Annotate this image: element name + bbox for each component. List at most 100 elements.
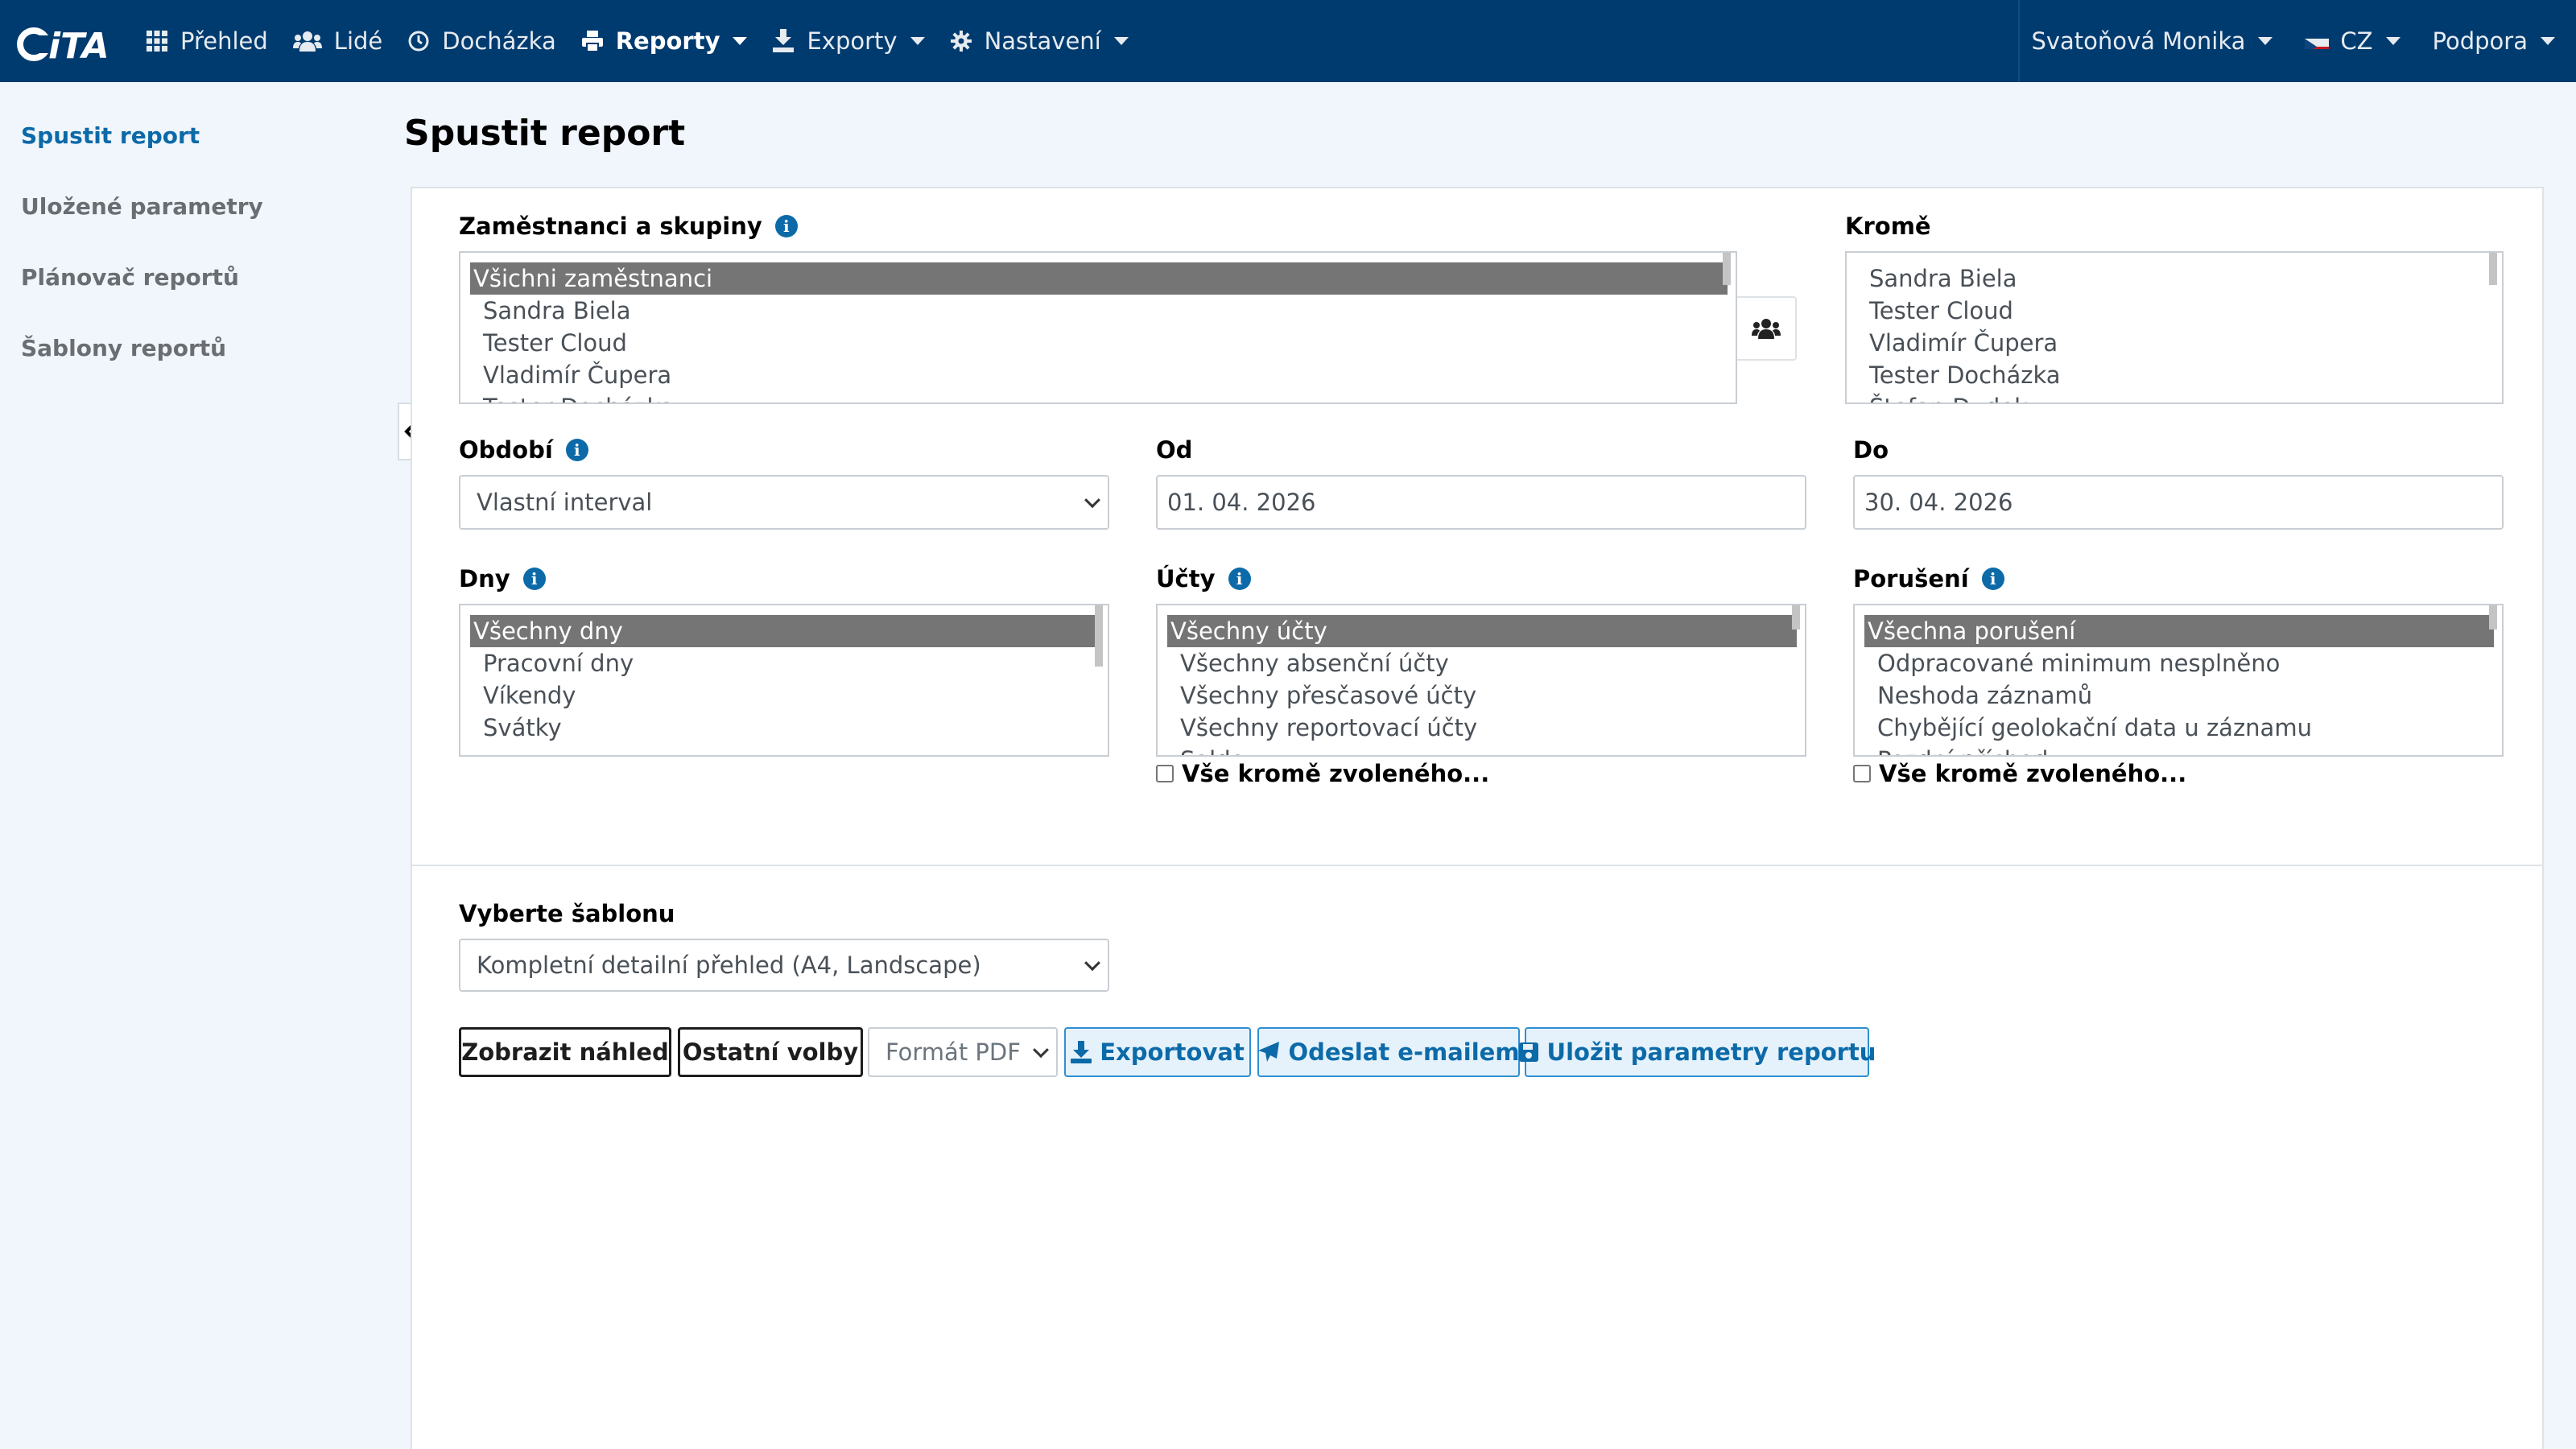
save-icon: [1518, 1042, 1539, 1063]
save-parameters-button[interactable]: Uložit parametry reportu: [1518, 1027, 1876, 1077]
users-icon: [292, 29, 323, 53]
select-groups-button[interactable]: [1737, 296, 1797, 361]
scrollbar[interactable]: [1723, 253, 1731, 285]
language-menu[interactable]: CZ: [2305, 27, 2401, 55]
template-select[interactable]: Kompletní detailní přehled (A4, Landscap…: [459, 939, 1109, 992]
list-option[interactable]: Tester Cloud: [1856, 295, 2494, 327]
app-logo[interactable]: iTA: [16, 24, 122, 64]
except-listbox[interactable]: Sandra Biela Tester Cloud Vladimír Čuper…: [1845, 251, 2504, 404]
info-icon[interactable]: i: [565, 439, 588, 461]
section-divider: [412, 865, 2542, 866]
other-options-button[interactable]: Ostatní volby: [678, 1027, 863, 1077]
list-option[interactable]: Všechny přesčasové účty: [1167, 679, 1797, 712]
chevron-down-icon: [1084, 955, 1100, 972]
list-option[interactable]: Všechna porušení: [1864, 615, 2494, 647]
format-value: Formát PDF: [886, 1038, 1021, 1066]
accounts-except-checkbox[interactable]: Vše kromě zvoleného...: [1156, 760, 1489, 787]
period-label-text: Období: [459, 436, 553, 464]
list-option[interactable]: Všechny reportovací účty: [1167, 712, 1797, 744]
save-label: Uložit parametry reportu: [1546, 1038, 1876, 1066]
info-icon[interactable]: i: [522, 568, 546, 590]
list-option[interactable]: Všichni zaměstnanci: [470, 262, 1728, 295]
list-option[interactable]: Štefan Dudek: [1856, 391, 2494, 402]
chevron-down-icon: [2258, 37, 2273, 45]
scrollbar[interactable]: [2489, 253, 2497, 285]
list-option[interactable]: Všechny dny: [470, 615, 1100, 647]
list-option[interactable]: Vladimír Čupera: [470, 359, 1728, 391]
checkbox[interactable]: [1156, 765, 1174, 782]
scrollbar[interactable]: [1792, 605, 1800, 630]
nav-item-reporty[interactable]: Reporty: [580, 27, 748, 55]
violations-except-checkbox[interactable]: Vše kromě zvoleného...: [1853, 760, 2186, 787]
paper-plane-icon: [1257, 1041, 1280, 1063]
list-option[interactable]: Sandra Biela: [470, 295, 1728, 327]
from-date-value: 01. 04. 2026: [1167, 489, 1316, 516]
preview-button[interactable]: Zobrazit náhled: [459, 1027, 671, 1077]
chevron-down-icon: [2541, 37, 2555, 45]
info-icon[interactable]: i: [1981, 568, 2004, 590]
nav-item-exporty[interactable]: Exporty: [771, 27, 925, 55]
sidebar-item-ulozene-parametry[interactable]: Uložené parametry: [21, 193, 263, 220]
accounts-label: Účty i: [1156, 565, 1251, 592]
list-option[interactable]: Všechny absenční účty: [1167, 647, 1797, 679]
sidebar-item-sablony-reportu[interactable]: Šablony reportů: [21, 335, 226, 361]
violations-label: Porušení i: [1853, 565, 2004, 592]
employees-label: Zaměstnanci a skupiny i: [459, 213, 798, 240]
chevron-down-icon: [910, 37, 925, 45]
page-title: Spustit report: [404, 113, 686, 154]
template-value: Kompletní detailní přehled (A4, Landscap…: [477, 952, 981, 979]
export-icon: [771, 29, 795, 53]
scrollbar[interactable]: [1095, 605, 1103, 667]
list-option[interactable]: Chybějící geolokační data u záznamu: [1864, 712, 2494, 744]
export-button[interactable]: Exportovat: [1064, 1027, 1251, 1077]
period-select[interactable]: Vlastní interval: [459, 475, 1109, 530]
clock-icon: [407, 29, 431, 53]
email-button[interactable]: Odeslat e-mailem: [1257, 1027, 1520, 1077]
checkbox[interactable]: [1853, 765, 1871, 782]
period-label: Období i: [459, 436, 588, 464]
format-select[interactable]: Formát PDF: [868, 1027, 1058, 1077]
list-option[interactable]: Pracovní dny: [470, 647, 1100, 679]
nav-label: Exporty: [807, 27, 898, 55]
nav-item-lide[interactable]: Lidé: [292, 27, 382, 55]
sidebar-item-spustit-report[interactable]: Spustit report: [21, 122, 200, 149]
to-date-input[interactable]: 30. 04. 2026: [1853, 475, 2504, 530]
list-option[interactable]: Víkendy: [470, 679, 1100, 712]
nav-item-dochazka[interactable]: Docházka: [407, 27, 556, 55]
support-menu[interactable]: Podpora: [2433, 27, 2555, 55]
list-option[interactable]: Svátky: [470, 712, 1100, 744]
chevron-down-icon: [2385, 37, 2401, 45]
printer-icon: [580, 29, 605, 53]
list-option[interactable]: Všechny účty: [1167, 615, 1797, 647]
from-label-text: Od: [1156, 436, 1193, 464]
list-option[interactable]: Sandra Biela: [1856, 262, 2494, 295]
violations-listbox[interactable]: Všechna porušení Odpracované minimum nes…: [1853, 604, 2504, 757]
days-listbox[interactable]: Všechny dny Pracovní dny Víkendy Svátky: [459, 604, 1109, 757]
from-date-input[interactable]: 01. 04. 2026: [1156, 475, 1806, 530]
violations-label-text: Porušení: [1853, 565, 1969, 592]
list-option[interactable]: Saldo: [1167, 744, 1797, 755]
list-option[interactable]: Tester Docházka: [470, 391, 1728, 402]
nav-item-nastaveni[interactable]: Nastavení: [949, 27, 1129, 55]
info-icon[interactable]: i: [1228, 568, 1251, 590]
chevron-down-icon: [733, 37, 748, 45]
scrollbar[interactable]: [2489, 605, 2497, 630]
to-label: Do: [1853, 436, 1889, 464]
chevron-down-icon: [1113, 37, 1129, 45]
employees-listbox[interactable]: Všichni zaměstnanci Sandra Biela Tester …: [459, 251, 1737, 404]
list-option[interactable]: Odpracované minimum nesplněno: [1864, 647, 2494, 679]
accounts-listbox[interactable]: Všechny účty Všechny absenční účty Všech…: [1156, 604, 1806, 757]
list-option[interactable]: Tester Docházka: [1856, 359, 2494, 391]
list-option[interactable]: Tester Cloud: [470, 327, 1728, 359]
sidebar-item-planovac-reportu[interactable]: Plánovač reportů: [21, 264, 239, 291]
employees-label-text: Zaměstnanci a skupiny: [459, 213, 762, 240]
nav-item-prehled[interactable]: Přehled: [145, 27, 268, 55]
user-menu[interactable]: Svatoňová Monika: [2031, 27, 2273, 55]
list-option[interactable]: Neshoda záznamů: [1864, 679, 2494, 712]
nav-label: Přehled: [180, 27, 268, 55]
info-icon[interactable]: i: [774, 215, 798, 237]
template-label: Vyberte šablonu: [459, 900, 675, 927]
list-option[interactable]: Pozdní příchod: [1864, 744, 2494, 755]
list-option[interactable]: Vladimír Čupera: [1856, 327, 2494, 359]
checkbox-label: Vše kromě zvoleného...: [1879, 760, 2187, 787]
